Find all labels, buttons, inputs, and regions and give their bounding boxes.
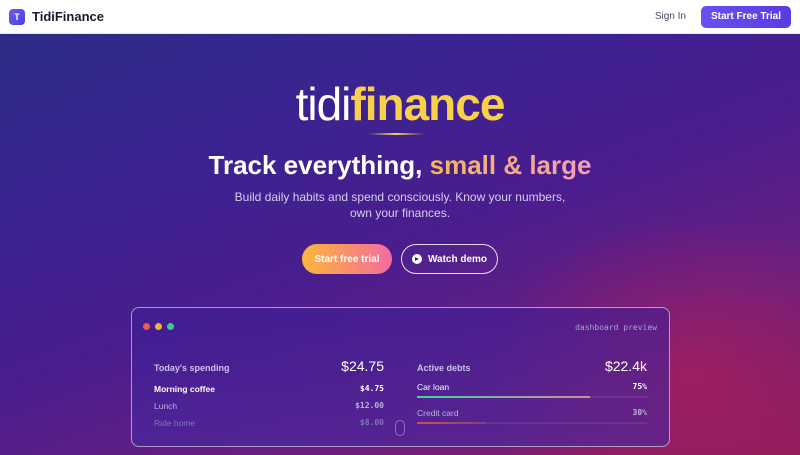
spending-header: Today's spending $24.75 bbox=[154, 358, 384, 380]
expense-amount: $8.00 bbox=[359, 418, 384, 427]
debt-progress-track bbox=[417, 396, 647, 398]
nav-actions: Sign In Start Free Trial bbox=[655, 5, 791, 28]
debt-line: Credit card 30% bbox=[417, 408, 647, 418]
window-dot-yellow bbox=[155, 323, 162, 330]
brand-name: TidiFinance bbox=[32, 9, 104, 24]
dashboard-title: dashboard preview bbox=[575, 323, 657, 332]
watch-demo-label: Watch demo bbox=[427, 253, 488, 265]
scroll-indicator bbox=[395, 420, 405, 436]
debt-name: Car loan bbox=[417, 382, 450, 392]
expense-amount: $12.00 bbox=[355, 401, 384, 410]
expense-amount: $4.75 bbox=[359, 384, 384, 393]
debts-label: Active debts bbox=[417, 363, 471, 373]
list-item: Ride home $8.00 bbox=[154, 414, 384, 431]
debts-panel: Active debts $22.4k Car loan 75% Credit … bbox=[417, 358, 647, 434]
debt-name: Credit card bbox=[417, 408, 459, 418]
tagline-accent: small & large bbox=[429, 150, 592, 180]
wordmark-light: tidi bbox=[295, 78, 352, 130]
tagline-plain: Track everything, bbox=[208, 150, 423, 180]
debt-percent: 30% bbox=[632, 408, 647, 417]
debt-progress-fill bbox=[417, 396, 590, 398]
debts-total: $22.4k bbox=[604, 358, 647, 374]
spending-panel: Today's spending $24.75 Morning coffee $… bbox=[154, 358, 384, 431]
wordmark-underline bbox=[368, 133, 424, 135]
spending-label: Today's spending bbox=[154, 363, 230, 373]
debt-line: Car loan 75% bbox=[417, 382, 647, 392]
spending-total: $24.75 bbox=[341, 358, 384, 374]
hero-tagline: Track everything, small & large bbox=[0, 150, 800, 181]
window-dot-red bbox=[143, 323, 150, 330]
window-controls bbox=[143, 323, 174, 330]
start-free-trial-button[interactable]: Start free trial bbox=[302, 244, 392, 274]
expense-name: Morning coffee bbox=[154, 383, 215, 394]
debt-item-credit-card: Credit card 30% bbox=[417, 408, 647, 424]
hero-wordmark: tidifinance bbox=[0, 78, 800, 130]
start-free-trial-nav-button[interactable]: Start Free Trial bbox=[700, 5, 791, 28]
list-item: Lunch $12.00 bbox=[154, 397, 384, 414]
debts-header: Active debts $22.4k bbox=[417, 358, 647, 380]
expense-name: Ride home bbox=[154, 417, 196, 428]
expense-name: Lunch bbox=[154, 400, 178, 411]
watch-demo-button[interactable]: Watch demo bbox=[401, 244, 498, 274]
play-icon bbox=[411, 254, 422, 264]
wordmark-bold: finance bbox=[350, 78, 505, 130]
top-nav: T TidiFinance Sign In Start Free Trial bbox=[0, 0, 800, 34]
debt-progress-track bbox=[417, 422, 647, 424]
hero-section: tidifinance Track everything, small & la… bbox=[0, 34, 800, 455]
list-item: Morning coffee $4.75 bbox=[154, 380, 384, 397]
debt-percent: 75% bbox=[632, 382, 647, 391]
hero-subtitle: Build daily habits and spend consciously… bbox=[234, 190, 566, 220]
logo-icon: T bbox=[9, 8, 25, 25]
brand[interactable]: T TidiFinance bbox=[9, 8, 104, 25]
sign-in-link[interactable]: Sign In bbox=[655, 11, 686, 22]
debt-item-car-loan: Car loan 75% bbox=[417, 382, 647, 398]
debt-progress-fill bbox=[417, 422, 486, 424]
window-dot-green bbox=[167, 323, 174, 330]
